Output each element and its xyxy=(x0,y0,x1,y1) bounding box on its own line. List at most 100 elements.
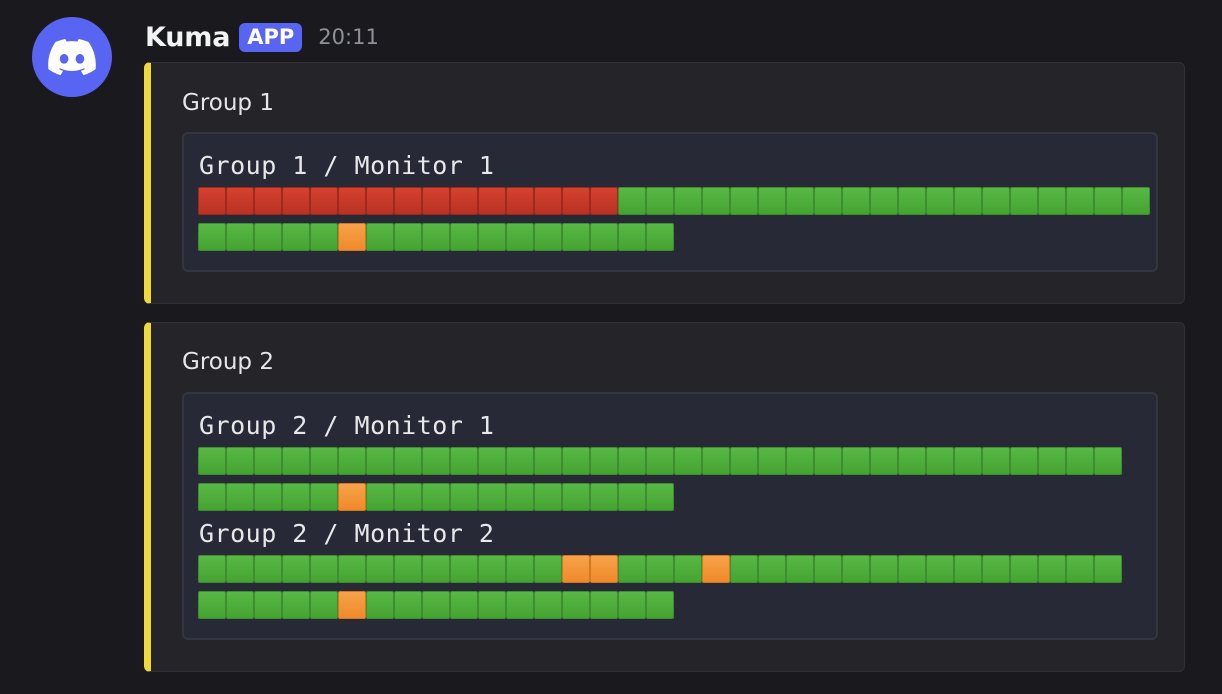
embed-group-1: Group 1 Group 1 / Monitor 1 xyxy=(144,62,1185,304)
author-name[interactable]: Kuma xyxy=(145,22,230,53)
heartbeat-up xyxy=(394,223,422,251)
heartbeat-up xyxy=(478,447,506,475)
heartbeat-up xyxy=(422,447,450,475)
heartbeat-up xyxy=(198,447,226,475)
heartbeat-pending xyxy=(338,591,366,619)
heartbeat-up xyxy=(226,591,254,619)
heartbeat-down xyxy=(198,187,226,215)
heartbeat-up xyxy=(562,483,590,511)
heartbeat-down xyxy=(562,187,590,215)
heartbeat-up xyxy=(1094,447,1122,475)
heartbeat-up xyxy=(394,483,422,511)
embed-title: Group 1 xyxy=(182,90,274,116)
heartbeat-up xyxy=(366,447,394,475)
heartbeat-up xyxy=(198,223,226,251)
heartbeat-up xyxy=(786,447,814,475)
heartbeat-up xyxy=(926,447,954,475)
heartbeat-up xyxy=(982,447,1010,475)
heartbeat-up xyxy=(198,483,226,511)
heartbeat-up xyxy=(478,223,506,251)
heartbeat-down xyxy=(534,187,562,215)
heartbeat-up xyxy=(254,223,282,251)
heartbeat-up xyxy=(1038,187,1066,215)
heartbeat-up xyxy=(254,591,282,619)
heartbeat-up xyxy=(366,555,394,583)
heartbeat-up xyxy=(842,447,870,475)
heartbeat-up xyxy=(758,447,786,475)
heartbeat-up xyxy=(982,187,1010,215)
timestamp[interactable]: 20:11 xyxy=(318,25,379,49)
heartbeat-up xyxy=(618,483,646,511)
heartbeat-up xyxy=(310,447,338,475)
heartbeat-up xyxy=(926,555,954,583)
embed-title: Group 2 xyxy=(182,349,274,375)
heartbeat-up xyxy=(534,555,562,583)
heartbeat-up xyxy=(562,447,590,475)
app-badge: APP xyxy=(239,22,303,52)
heartbeat-up xyxy=(450,483,478,511)
heartbeat-down xyxy=(338,187,366,215)
heartbeat-up xyxy=(226,447,254,475)
heartbeat-up xyxy=(786,555,814,583)
heartbeat-up xyxy=(646,555,674,583)
heartbeat-bar xyxy=(198,187,1150,215)
heartbeat-up xyxy=(394,555,422,583)
heartbeat-up xyxy=(842,187,870,215)
monitor-name: Group 1 / Monitor 1 xyxy=(199,151,495,180)
heartbeat-up xyxy=(1038,447,1066,475)
heartbeat-up xyxy=(674,187,702,215)
heartbeat-up xyxy=(702,187,730,215)
heartbeat-bar xyxy=(198,223,674,251)
heartbeat-up xyxy=(954,447,982,475)
heartbeat-up xyxy=(870,447,898,475)
heartbeat-up xyxy=(506,483,534,511)
embed-group-2: Group 2 Group 2 / Monitor 1 Group 2 / Mo… xyxy=(144,322,1185,672)
heartbeat-up xyxy=(1066,187,1094,215)
heartbeat-pending xyxy=(590,555,618,583)
heartbeat-down xyxy=(506,187,534,215)
heartbeat-bar xyxy=(198,555,1122,583)
heartbeat-pending xyxy=(702,555,730,583)
avatar[interactable] xyxy=(32,17,112,97)
heartbeat-up xyxy=(618,591,646,619)
heartbeat-up xyxy=(422,591,450,619)
heartbeat-up xyxy=(1038,555,1066,583)
heartbeat-up xyxy=(506,591,534,619)
heartbeat-up xyxy=(506,223,534,251)
heartbeat-up xyxy=(282,555,310,583)
heartbeat-up xyxy=(674,555,702,583)
heartbeat-up xyxy=(730,555,758,583)
heartbeat-up xyxy=(226,555,254,583)
heartbeat-up xyxy=(646,187,674,215)
heartbeat-up xyxy=(646,447,674,475)
heartbeat-up xyxy=(674,447,702,475)
heartbeat-up xyxy=(198,555,226,583)
heartbeat-up xyxy=(282,483,310,511)
heartbeat-pending xyxy=(562,555,590,583)
heartbeat-up xyxy=(450,223,478,251)
heartbeat-up xyxy=(618,447,646,475)
heartbeat-up xyxy=(310,555,338,583)
heartbeat-up xyxy=(758,555,786,583)
heartbeat-up xyxy=(982,555,1010,583)
heartbeat-up xyxy=(954,555,982,583)
heartbeat-up xyxy=(814,447,842,475)
heartbeat-up xyxy=(534,223,562,251)
heartbeat-up xyxy=(1094,555,1122,583)
heartbeat-up xyxy=(590,447,618,475)
heartbeat-down xyxy=(226,187,254,215)
heartbeat-up xyxy=(478,483,506,511)
heartbeat-up xyxy=(870,187,898,215)
heartbeat-up xyxy=(450,447,478,475)
heartbeat-up xyxy=(282,223,310,251)
heartbeat-bar xyxy=(198,447,1122,475)
heartbeat-up xyxy=(478,591,506,619)
heartbeat-up xyxy=(366,591,394,619)
heartbeat-up xyxy=(702,447,730,475)
heartbeat-up xyxy=(282,591,310,619)
heartbeat-up xyxy=(646,223,674,251)
heartbeat-up xyxy=(814,187,842,215)
discord-icon xyxy=(48,39,96,75)
heartbeat-down xyxy=(422,187,450,215)
heartbeat-bar xyxy=(198,591,674,619)
